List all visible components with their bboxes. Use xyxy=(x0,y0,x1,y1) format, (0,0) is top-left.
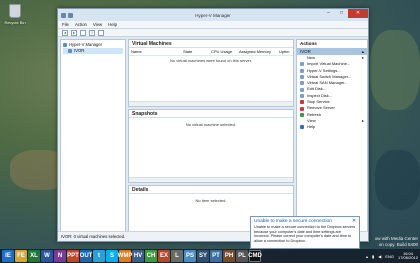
taskbar-outlook-icon[interactable]: OUT xyxy=(80,250,92,262)
menu-file[interactable]: File xyxy=(62,22,69,27)
taskbar-app-icon[interactable]: SY xyxy=(197,250,209,262)
collapse-icon[interactable]: ▴ xyxy=(362,49,364,54)
snapshots-scrollbar[interactable] xyxy=(129,177,293,182)
menu-bar: File Action View Help xyxy=(58,21,368,29)
hyper-v-icon xyxy=(63,43,67,47)
col-cpu[interactable]: CPU Usage xyxy=(211,49,239,54)
navigation-tree: Hyper-V Manager IVOR xyxy=(60,39,126,232)
vm-empty-message: No virtual machines were found on this s… xyxy=(169,58,253,63)
taskbar-twitter-icon[interactable]: t xyxy=(93,250,105,262)
hyper-v-manager-window: Hyper-V Manager – □ ✕ File Action View H… xyxy=(57,8,369,242)
help-icon xyxy=(300,125,304,130)
show-hide-action-pane-button[interactable] xyxy=(98,29,104,36)
taskbar-excel-icon[interactable]: XL xyxy=(28,250,40,262)
center-panes: Virtual Machines Name State CPU Usage As… xyxy=(128,39,294,232)
actions-pane: Actions IVOR ▴ New ▸ Import Virtual Machin… xyxy=(296,39,368,232)
virtual-machines-pane: Virtual Machines Name State CPU Usage As… xyxy=(128,39,294,107)
menu-view[interactable]: View xyxy=(93,22,102,27)
minimize-button[interactable]: – xyxy=(322,9,335,18)
submenu-arrow-icon: ▸ xyxy=(361,117,364,123)
taskbar-app-icon[interactable]: PS xyxy=(184,250,196,262)
taskbar-word-icon[interactable]: W xyxy=(41,250,53,262)
recycle-bin[interactable]: Recycle Bin xyxy=(4,4,26,25)
col-state[interactable]: State xyxy=(183,49,211,54)
vm-table-header: Name State CPU Usage Assigned Memory Upt… xyxy=(129,48,293,56)
details-title: Details xyxy=(129,186,293,194)
remove-icon xyxy=(300,106,304,111)
show-hide-tree-button[interactable] xyxy=(80,29,86,36)
taskbar-app-icon[interactable]: PH xyxy=(223,250,235,262)
tree-node-ivor[interactable]: IVOR xyxy=(63,48,123,54)
actions-header: Actions xyxy=(300,41,317,46)
vm-scrollbar[interactable] xyxy=(129,101,293,106)
settings-icon xyxy=(300,68,304,73)
edit-disk-icon xyxy=(300,87,304,92)
maximize-button[interactable]: □ xyxy=(335,9,348,18)
refresh-icon xyxy=(300,112,304,117)
submenu-arrow-icon: ▸ xyxy=(361,55,364,60)
forward-button[interactable]: ▸ xyxy=(71,29,77,36)
taskbar-powerpoint-icon[interactable]: PPT xyxy=(67,250,79,262)
col-uptime[interactable]: Uptim xyxy=(279,49,293,54)
close-button[interactable]: ✕ xyxy=(348,9,368,18)
vm-pane-title: Virtual Machines xyxy=(129,40,293,48)
import-icon xyxy=(300,62,304,67)
notification-body: Unable to make a secure connection to th… xyxy=(254,225,356,243)
taskbar-app-icon[interactable]: EX xyxy=(158,250,170,262)
help-button[interactable]: ? xyxy=(89,29,95,36)
toolbar: ◂ ▸ ? xyxy=(58,29,368,37)
taskbar-cmd-icon[interactable]: CMD xyxy=(248,250,262,262)
inspect-disk-icon xyxy=(300,93,304,98)
snapshots-title: Snapshots xyxy=(129,110,293,118)
dropbox-notification[interactable]: Unable to make a secure connection ✕ Unab… xyxy=(250,216,360,249)
snapshots-message: No virtual machine selected. xyxy=(185,122,237,127)
windows-watermark: ow with Media Center on copy. Build 8400 xyxy=(374,236,418,247)
volume-icon[interactable]: ◀ xyxy=(378,254,381,259)
san-icon xyxy=(300,81,304,86)
taskbar: IE FE XL W N PPT OUT t S WMP HV CH EX L … xyxy=(0,249,420,263)
notification-close-button[interactable]: ✕ xyxy=(352,219,356,224)
stop-icon xyxy=(300,100,304,105)
menu-action[interactable]: Action xyxy=(75,22,87,27)
taskbar-internet-explorer-icon[interactable]: IE xyxy=(2,250,14,262)
snapshots-pane: Snapshots No virtual machine selected. xyxy=(128,109,294,183)
col-memory[interactable]: Assigned Memory xyxy=(239,49,279,54)
taskbar-app-icon[interactable]: L xyxy=(171,250,183,262)
taskbar-app-icon[interactable]: PL xyxy=(236,250,248,262)
keyboard-language[interactable]: ENG xyxy=(385,254,394,259)
details-message: No item selected. xyxy=(195,198,227,203)
col-name[interactable]: Name xyxy=(131,49,183,54)
tray-arrow-icon[interactable]: ▴ xyxy=(366,254,368,259)
taskbar-chrome-icon[interactable]: CH xyxy=(145,250,157,262)
taskbar-file-explorer-icon[interactable]: FE xyxy=(15,250,27,262)
action-help[interactable]: Help xyxy=(297,124,367,130)
server-icon xyxy=(68,49,72,53)
back-button[interactable]: ◂ xyxy=(62,29,68,36)
taskbar-media-player-icon[interactable]: WMP xyxy=(118,250,132,262)
clock[interactable]: 16:04 17/06/2012 xyxy=(397,251,418,261)
taskbar-app-icon[interactable]: PT xyxy=(210,250,222,262)
network-icon[interactable]: ▮ xyxy=(372,254,374,259)
switch-icon xyxy=(300,75,304,80)
recycle-bin-label: Recycle Bin xyxy=(4,20,26,25)
system-tray: ▴ ▮ ◀ ENG 16:04 17/06/2012 xyxy=(366,249,418,263)
title-bar[interactable]: Hyper-V Manager – □ ✕ xyxy=(58,9,368,21)
menu-help[interactable]: Help xyxy=(108,22,117,27)
actions-section-ivor[interactable]: IVOR ▴ xyxy=(297,48,367,55)
taskbar-hyperv-icon[interactable]: HV xyxy=(132,250,144,262)
notification-title: Unable to make a secure connection xyxy=(254,219,332,224)
taskbar-onenote-icon[interactable]: N xyxy=(54,250,66,262)
taskbar-skype-icon[interactable]: S xyxy=(106,250,118,262)
recycle-bin-icon xyxy=(9,4,21,18)
clock-date: 17/06/2012 xyxy=(397,255,418,260)
